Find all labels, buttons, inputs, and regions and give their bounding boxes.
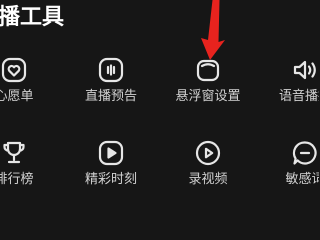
- live-preview-label: 直播预告: [84, 89, 137, 104]
- live-preview-tool[interactable]: 直播预告: [62, 57, 160, 117]
- live-tools-panel: 播工具 心愿单 直播预告 悬浮窗设置 语音播 排行榜 精彩时刻 录视频 敏感词: [0, 0, 319, 240]
- record-video-icon: [195, 140, 221, 166]
- highlight-play-icon: [98, 140, 124, 166]
- sensitive-words-label: 敏感词: [285, 172, 319, 187]
- record-video-tool[interactable]: 录视频: [159, 140, 257, 200]
- floating-window-settings-label: 悬浮窗设置: [175, 89, 241, 104]
- wishlist-tool[interactable]: 心愿单: [0, 57, 63, 117]
- voice-broadcast-label: 语音播报: [278, 89, 319, 104]
- section-title: 播工具: [0, 5, 65, 30]
- broadcast-box-icon: [98, 57, 124, 83]
- heart-badge-icon: [1, 57, 27, 83]
- speaker-icon: [292, 57, 318, 83]
- highlights-tool[interactable]: 精彩时刻: [62, 140, 160, 200]
- sensitive-words-tool[interactable]: 敏感词: [256, 140, 319, 200]
- wishlist-label: 心愿单: [0, 89, 34, 104]
- chat-bubble-icon: [292, 140, 318, 166]
- leaderboard-tool[interactable]: 排行榜: [0, 140, 63, 200]
- record-video-label: 录视频: [188, 172, 228, 187]
- annotation-arrow: [188, 0, 238, 66]
- leaderboard-label: 排行榜: [0, 172, 34, 187]
- trophy-icon: [1, 140, 27, 166]
- highlights-label: 精彩时刻: [84, 172, 137, 187]
- voice-broadcast-tool[interactable]: 语音播报: [256, 57, 319, 117]
